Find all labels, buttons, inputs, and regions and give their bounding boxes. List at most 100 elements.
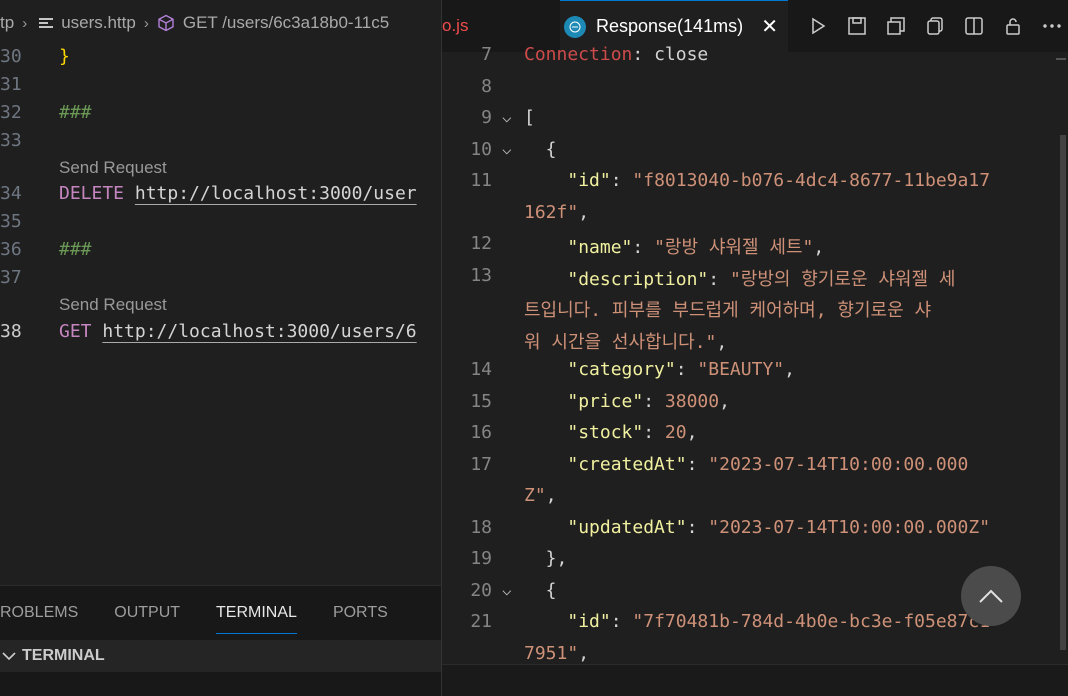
chevron-right-icon: › [22, 14, 28, 32]
breadcrumb-folder[interactable]: tp [0, 13, 14, 33]
request-url[interactable]: http://localhost:3000/user [135, 183, 417, 204]
response-line: 14 "category": "BEAUTY", [442, 355, 1062, 386]
line-number: 18 [470, 517, 492, 538]
line-number: 14 [470, 359, 492, 380]
response-line-wrap: 162f", [442, 198, 1062, 229]
json-comma: , [578, 202, 590, 223]
json-text: [ [524, 107, 535, 128]
response-horizontal-scroll [442, 664, 1068, 696]
json-key: "description" [567, 269, 709, 290]
json-string: "BEAUTY" [697, 359, 785, 380]
json-pair: "name": "랑방 샤워젤 세트", [567, 237, 825, 258]
json-comma: , [686, 422, 698, 443]
line-number: 31 [0, 73, 22, 95]
fold-chevron-down-icon[interactable]: ⌵ [502, 580, 512, 599]
response-line: 19 }, [442, 544, 1062, 575]
tab-output[interactable]: OUTPUT [114, 598, 180, 628]
response-line-wrap: 워 시간을 선사합니다.", [442, 324, 1062, 355]
line-number: 35 [0, 210, 22, 232]
json-text: { [524, 139, 557, 160]
response-line-wrap: 트입니다. 피부를 부드럽게 케어하며, 향기로운 샤 [442, 292, 1062, 323]
json-key: "updatedAt" [567, 517, 687, 538]
json-key: "category" [567, 359, 676, 380]
request-line-delete: DELETE http://localhost:3000/user [59, 183, 417, 204]
fold-chevron-down-icon[interactable]: ⌵ [502, 139, 512, 158]
tab-problems[interactable]: ROBLEMS [0, 598, 78, 628]
json-pair: "updatedAt": "2023-07-14T10:00:00.000Z" [567, 517, 991, 538]
breadcrumb-file[interactable]: users.http [35, 13, 136, 33]
json-comma: , [545, 485, 557, 506]
scroll-to-top-button[interactable] [961, 566, 1021, 626]
chevron-down-icon [2, 652, 16, 661]
request-editor[interactable]: tp › users.http › GET /users/6c3a18b0-11… [0, 0, 441, 696]
line-number: 7 [481, 44, 492, 65]
header-separator: : [632, 44, 655, 65]
json-string: 7951", [524, 643, 589, 664]
json-pair: 162f", [524, 202, 589, 223]
response-line: 8 [442, 72, 1062, 103]
json-string-wrap: Z" [524, 485, 546, 506]
tab-terminal[interactable]: TERMINAL [216, 598, 297, 634]
header-name: Connection [524, 44, 633, 65]
json-pair: "description": "랑방의 향기로운 샤워젤 세 [567, 269, 956, 290]
line-number: 20 [470, 580, 492, 601]
line-number: 9 [481, 107, 492, 128]
line-number: 37 [0, 266, 22, 288]
request-line-get: GET http://localhost:3000/users/6 [59, 321, 417, 342]
terminal-section-header[interactable]: TERMINAL [0, 640, 441, 672]
separator-comment: ### [59, 238, 92, 260]
json-string: "2023-07-14T10:00:00.000Z" [708, 517, 991, 538]
panel-tabs: ROBLEMS OUTPUT TERMINAL PORTS [0, 586, 424, 640]
line-number: 16 [470, 422, 492, 443]
json-number: 20 [664, 422, 687, 443]
json-pair: "createdAt": "2023-07-14T10:00:00.000 [567, 454, 969, 475]
line-number: 8 [481, 76, 492, 97]
line-number: 11 [470, 170, 492, 191]
json-comma: , [813, 237, 825, 258]
fold-chevron-down-icon[interactable]: ⌵ [502, 107, 512, 126]
json-string-wrap: 트입니다. 피부를 부드럽게 케어하며, 향기로운 샤 [524, 300, 932, 321]
bottom-panel: ROBLEMS OUTPUT TERMINAL PORTS TERMINAL [0, 585, 441, 696]
vertical-scrollbar[interactable] [1060, 135, 1066, 650]
line-number: 21 [470, 611, 492, 632]
terminal-section-title: TERMINAL [22, 647, 105, 664]
response-line: 18 "updatedAt": "2023-07-14T10:00:00.000… [442, 513, 1062, 544]
json-comma: , [719, 391, 730, 412]
file-lines-icon [39, 16, 54, 30]
json-string: 워 시간을 선사합니다.", [524, 328, 727, 354]
json-key: "id" [567, 170, 611, 191]
json-number: 38000 [664, 391, 720, 412]
send-request-codelens[interactable]: Send Request [59, 158, 167, 178]
response-line: 7 Connection: close [442, 44, 1062, 71]
response-editor[interactable]: o.js Response(141ms) ✕ 7 Connection: clo… [441, 0, 1068, 696]
json-key: "id" [567, 611, 611, 632]
http-method: GET [59, 320, 92, 342]
breadcrumb-request[interactable]: GET /users/6c3a18b0-11c5 [157, 13, 389, 33]
header-value: close [654, 44, 709, 65]
breadcrumb-request-label: GET /users/6c3a18b0-11c5 [182, 13, 390, 32]
send-request-codelens[interactable]: Send Request [59, 295, 167, 315]
response-line: 9 ⌵ [ [442, 103, 1062, 134]
response-line: 16 "stock": 20, [442, 418, 1062, 449]
header-line: Connection: close [524, 44, 708, 65]
json-pair: "stock": 20, [567, 422, 698, 443]
json-key: "price" [567, 391, 644, 412]
line-number: 13 [470, 265, 492, 286]
breadcrumb: tp › users.http › GET /users/6c3a18b0-11… [0, 0, 441, 46]
line-number: 17 [470, 454, 492, 475]
response-line-wrap: Z", [442, 481, 1062, 512]
response-line: 10 ⌵ { [442, 135, 1062, 166]
request-url[interactable]: http://localhost:3000/users/6 [102, 321, 416, 342]
close-icon[interactable]: ✕ [761, 14, 778, 39]
json-string-wrap: 7951" [524, 643, 579, 664]
tab-ports[interactable]: PORTS [333, 598, 388, 628]
cube-icon [158, 14, 174, 32]
json-string: 트입니다. 피부를 부드럽게 케어하며, 향기로운 샤 [524, 296, 931, 322]
response-line: 15 "price": 38000, [442, 387, 1062, 418]
line-number: 15 [470, 391, 492, 412]
chevron-up-icon [979, 589, 1003, 603]
json-string: "f8013040-b076-4dc4-8677-11be9a17 [632, 170, 991, 191]
json-string: "2023-07-14T10:00:00.000 [708, 454, 969, 475]
line-number: 10 [470, 139, 492, 160]
rest-client-logo-icon [564, 15, 586, 38]
